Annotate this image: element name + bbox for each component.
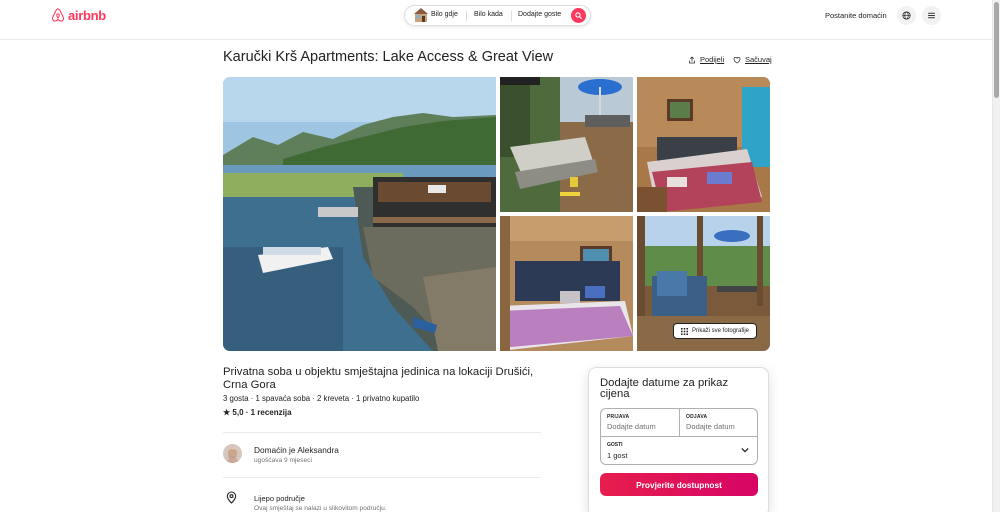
globe-icon (902, 11, 911, 20)
location-pin-icon (226, 491, 237, 504)
chevron-down-icon (741, 447, 749, 453)
airbnb-logo-icon (51, 8, 65, 22)
feature-description: Ovaj smještaj se nalazi u slikovitom pod… (254, 505, 387, 512)
sunbeds-image (500, 77, 633, 212)
guests-field[interactable]: GOSTI 1 gost (601, 437, 757, 465)
become-host-link[interactable]: Postanite domaćin (825, 11, 887, 20)
search-button[interactable] (571, 8, 586, 23)
bedroom-image (637, 77, 770, 212)
search-bar[interactable]: Bilo gdje Bilo kada Dodajte goste (404, 5, 591, 26)
photo-sunbeds[interactable] (500, 77, 633, 212)
top-header: airbnb Bilo gdje Bilo kada Dodajte goste… (0, 0, 992, 40)
airbnb-logo[interactable]: airbnb (51, 7, 106, 23)
house-icon (414, 8, 428, 22)
photo-gallery (223, 77, 770, 351)
search-add-guests[interactable]: Dodajte goste (518, 11, 561, 18)
checkout-field[interactable]: ODJAVA Dodajte datum (680, 409, 758, 437)
search-separator (466, 11, 467, 21)
date-guest-picker: PRIJAVA Dodajte datum ODJAVA Dodajte dat… (600, 408, 758, 465)
guests-label: GOSTI (607, 442, 623, 448)
checkout-value: Dodajte datum (686, 422, 735, 431)
listing-facts: 3 gosta · 1 spavaća soba · 2 kreveta · 1… (223, 394, 420, 403)
show-all-photos-button[interactable]: Prikaži sve fotografije (673, 323, 758, 339)
section-divider (223, 432, 541, 433)
main-menu-button[interactable] (922, 6, 941, 25)
avatar-image (223, 444, 242, 463)
section-divider (223, 477, 541, 478)
logo-wordmark: airbnb (68, 7, 106, 23)
host-name: Domaćin je Aleksandra (254, 445, 339, 455)
hamburger-icon (928, 12, 935, 19)
share-label: Podijeli (700, 55, 725, 64)
photo-bedroom-2[interactable] (500, 216, 633, 351)
host-tenure: ugošćava 9 mjeseci (254, 457, 312, 464)
photo-bedroom-1[interactable] (637, 77, 770, 212)
host-avatar[interactable] (223, 444, 242, 463)
save-button[interactable]: Sačuvaj (733, 55, 772, 64)
search-anywhere[interactable]: Bilo gdje (431, 11, 458, 18)
search-separator (511, 11, 512, 21)
booking-card: Dodajte datume za prikaz cijena PRIJAVA … (588, 367, 769, 512)
feature-title: Lijepo područje (254, 494, 305, 503)
bedroom-image (500, 216, 633, 351)
listing-rating[interactable]: ★ 5,0 · 1 recenzija (223, 408, 292, 417)
checkin-value: Dodajte datum (607, 422, 656, 431)
page-scrollbar[interactable] (992, 0, 1000, 512)
heart-icon (733, 56, 741, 63)
search-anytime[interactable]: Bilo kada (474, 11, 503, 18)
listing-title: Karučki Krš Apartments: Lake Access & Gr… (223, 49, 554, 65)
check-availability-button[interactable]: Provjerite dostupnost (600, 473, 758, 496)
listing-subtitle: Privatna soba u objektu smještajna jedin… (223, 366, 534, 391)
save-label: Sačuvaj (745, 55, 772, 64)
checkin-field[interactable]: PRIJAVA Dodajte datum (601, 409, 680, 437)
main-photo-lake[interactable] (223, 77, 496, 351)
share-icon (689, 55, 695, 63)
booking-card-title: Dodajte datume za prikaz cijena (600, 377, 729, 400)
share-button[interactable]: Podijeli (688, 55, 724, 64)
grid-icon (681, 327, 688, 335)
show-all-photos-label: Prikaži sve fotografije (692, 328, 750, 334)
guests-value: 1 gost (607, 451, 628, 460)
checkout-label: ODJAVA (686, 414, 708, 420)
lake-view-image (223, 77, 496, 351)
scrollbar-thumb[interactable] (994, 2, 999, 98)
language-button[interactable] (897, 6, 916, 25)
search-icon (575, 12, 582, 19)
checkin-label: PRIJAVA (607, 414, 630, 420)
